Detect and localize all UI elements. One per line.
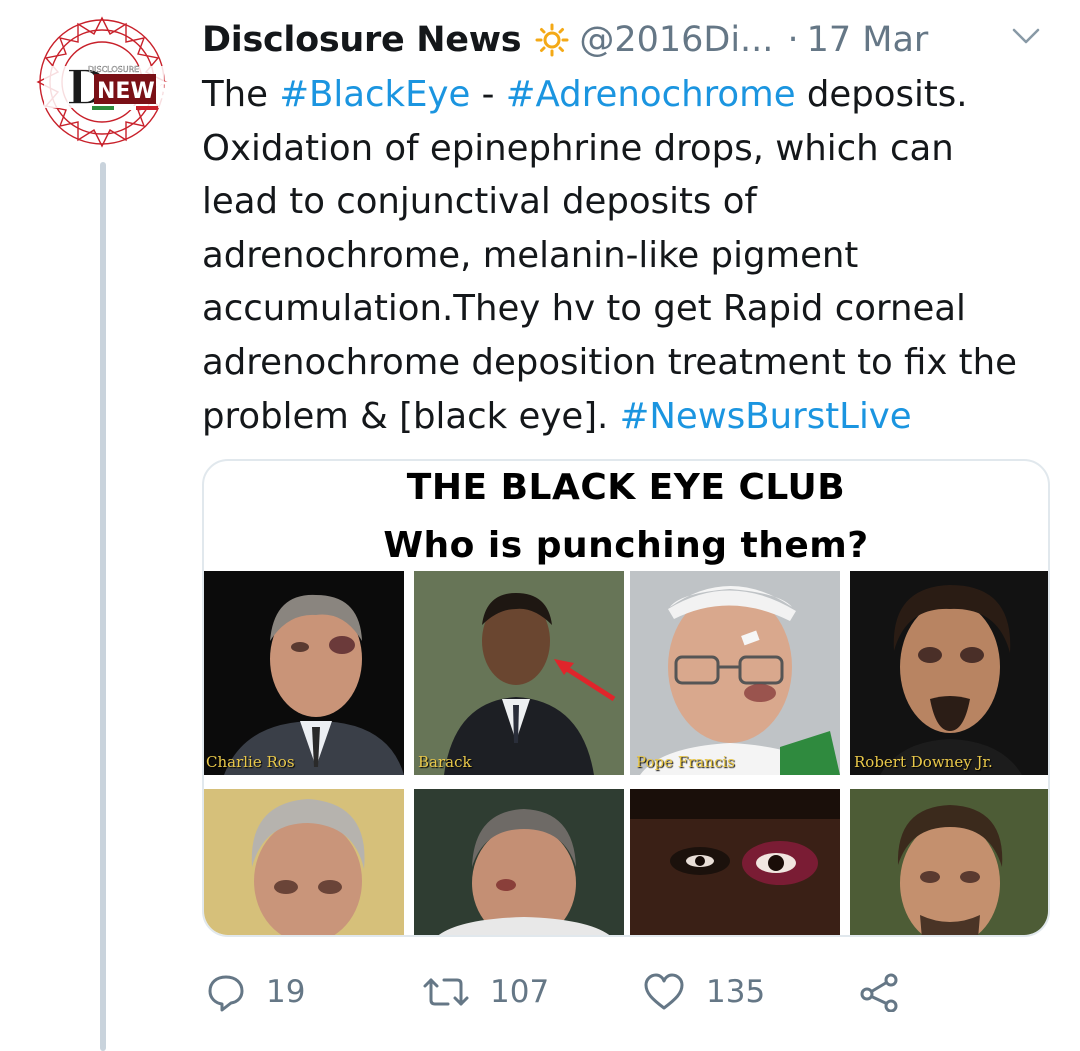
text-run: deposits. [795,74,968,115]
author-handle[interactable]: @2016Di... [579,20,773,60]
photo-caption: Charlie Ros [206,753,295,771]
like-button[interactable]: 135 [642,966,765,1018]
reply-icon [206,972,246,1012]
sun-icon [535,23,569,57]
tweet-media[interactable]: THE BLACK EYE CLUB Who is punching them?… [202,459,1050,937]
text-run: - [470,74,506,115]
photo-caption: Pope Francis [636,753,735,771]
hashtag-link[interactable]: #BlackEye [279,74,470,115]
photo-kerry [204,789,404,935]
display-name[interactable]: Disclosure News [202,20,522,60]
photo-pope-francis: Pope Francis [630,571,840,775]
media-title: THE BLACK EYE CLUB [406,467,846,508]
tweet-timestamp[interactable]: 17 Mar [807,20,929,60]
text-run: lead to conjunctival deposits of [202,181,757,223]
reply-count: 19 [266,974,306,1010]
tweet-text-line: adrenochrome deposition treatment to fix… [202,336,1062,390]
text-run: Oxidation of epinephrine drops, which ca… [202,127,954,169]
share-button[interactable] [858,966,902,1018]
hashtag-link[interactable]: #Adrenochrome [506,74,796,115]
photo-barack: Barack [414,571,624,775]
svg-text:NEWS: NEWS [97,79,170,104]
text-run: adrenochrome, melanin-like pigment [202,234,859,276]
share-icon [858,972,902,1012]
tweet-text-line: The #BlackEye - #Adrenochrome deposits. [202,68,1062,122]
tweet-text-line: lead to conjunctival deposits of [202,175,1062,229]
tweet-text-line: accumulation.They hv to get Rapid cornea… [202,282,1062,336]
reply-button[interactable]: 19 [206,966,305,1018]
heart-icon [642,972,686,1012]
photo-charlie-rose: Charlie Ros [204,571,404,775]
retweet-button[interactable]: 107 [422,966,549,1018]
photo-caption: Barack [418,753,472,771]
tweet-text: The #BlackEye - #Adrenochrome deposits. O… [202,68,1062,443]
photo-kanye [630,789,840,935]
like-count: 135 [706,974,766,1010]
text-run: problem & [black eye]. [202,395,620,437]
photo-ben-affleck [850,789,1048,935]
text-run: adrenochrome deposition treatment to fix… [202,341,1017,383]
text-run: accumulation.They hv to get Rapid cornea… [202,288,966,330]
thread-line [100,162,106,1051]
chevron-down-icon[interactable] [1010,24,1042,48]
tweet-actions: 19 107 135 [202,966,962,1018]
tweet-header: Disclosure News @2016Di... · 17 Mar [202,16,1062,64]
media-subtitle: Who is punching them? [383,525,869,566]
separator-dot: · [787,20,799,60]
photo-bush [414,789,624,935]
hashtag-link[interactable]: #NewsBurstLive [620,396,912,437]
tweet-text-line: problem & [black eye]. #NewsBurstLive [202,390,1062,444]
photo-caption: Robert Downey Jr. [854,753,993,771]
tweet-text-line: adrenochrome, melanin-like pigment [202,229,1062,283]
author-avatar[interactable]: D NEWS DISCLOSURE [34,14,171,150]
retweet-icon [422,972,470,1012]
svg-text:DISCLOSURE: DISCLOSURE [88,65,139,74]
text-run: The [202,74,280,115]
tweet-text-line: Oxidation of epinephrine drops, which ca… [202,122,1062,176]
photo-robert-downey: Robert Downey Jr. [850,571,1048,775]
retweet-count: 107 [490,974,550,1010]
